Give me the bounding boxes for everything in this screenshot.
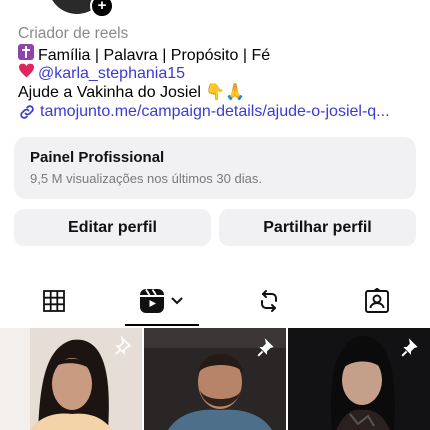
grid-icon <box>43 290 65 312</box>
bio-external-link[interactable]: tamojunto.me/campaign-details/ajude-o-jo… <box>18 102 418 122</box>
add-story-plus-icon[interactable]: + <box>90 0 114 18</box>
bio-line-2: @karla_stephania15 <box>18 63 418 83</box>
tagged-user-icon <box>365 288 389 313</box>
reel-thumbnail[interactable] <box>0 328 142 430</box>
professional-dashboard-card[interactable]: Painel Profissional 9,5 M visualizações … <box>14 137 416 199</box>
tab-tagged[interactable] <box>327 279 427 323</box>
pin-icon <box>115 336 132 355</box>
professional-dashboard-title: Painel Profissional <box>30 149 165 166</box>
reel-thumbnail[interactable] <box>144 328 286 430</box>
bio-link-text[interactable]: tamojunto.me/campaign-details/ajude-o-jo… <box>40 102 390 122</box>
pin-icon <box>401 338 418 357</box>
tab-grid[interactable] <box>4 279 104 323</box>
chevron-down-icon <box>170 297 183 305</box>
reels-grid <box>0 328 430 430</box>
reels-icon <box>139 289 164 313</box>
bio-mention-link[interactable]: @karla_stephania15 <box>38 65 185 82</box>
share-profile-button[interactable]: Partilhar perfil <box>219 209 416 246</box>
pin-icon <box>257 338 274 357</box>
repost-icon <box>261 290 277 312</box>
reel-thumbnail[interactable] <box>288 328 430 430</box>
link-icon <box>20 105 34 119</box>
profile-content-tabs <box>0 279 430 327</box>
tab-reels[interactable] <box>123 279 199 323</box>
bio-line-1-text: Família | Palavra | Propósito | Fé <box>38 46 271 64</box>
professional-dashboard-subtitle: 9,5 M visualizações nos últimos 30 dias. <box>30 171 262 186</box>
tab-reposts[interactable] <box>219 279 319 323</box>
edit-profile-button[interactable]: Editar perfil <box>14 209 211 246</box>
profile-category: Criador de reels <box>18 25 129 42</box>
red-heart-icon <box>18 63 38 83</box>
cross-icon <box>18 43 38 64</box>
bio-line-1: Família | Palavra | Propósito | Fé <box>18 43 418 64</box>
bio-line-3: Ajude a Vakinha do Josiel 👇🙏 <box>18 83 246 101</box>
active-tab-indicator <box>125 324 199 326</box>
profile-bio: Criador de reels Família | Palavra | Pro… <box>18 24 418 122</box>
